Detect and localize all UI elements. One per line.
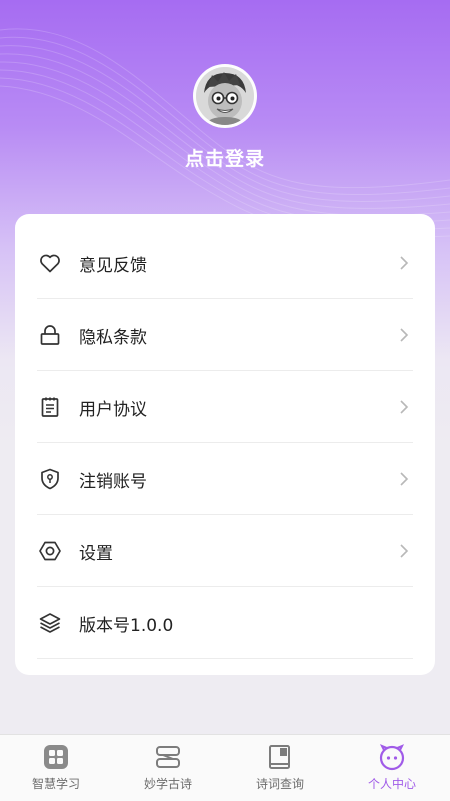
tab-poem-search[interactable]: 诗词查询 bbox=[224, 735, 336, 801]
book-icon bbox=[266, 743, 294, 771]
chevron-right-icon bbox=[399, 255, 409, 275]
tab-smart-learning[interactable]: 智慧学习 bbox=[0, 735, 112, 801]
menu-item-user-agreement[interactable]: 用户协议 bbox=[37, 371, 413, 443]
chevron-right-icon bbox=[399, 327, 409, 347]
tab-label: 诗词查询 bbox=[255, 777, 304, 791]
menu-item-settings[interactable]: 设置 bbox=[37, 515, 413, 587]
bottom-tab-bar: 智慧学习 妙学古诗 诗词查询 个人中心 bbox=[0, 734, 450, 801]
avatar[interactable] bbox=[193, 64, 257, 128]
menu-item-privacy[interactable]: 隐私条款 bbox=[37, 299, 413, 371]
layers-icon bbox=[37, 610, 63, 636]
divider bbox=[37, 658, 413, 659]
tab-label: 智慧学习 bbox=[31, 777, 80, 791]
grid-icon bbox=[42, 743, 70, 771]
menu-item-label: 隐私条款 bbox=[79, 327, 147, 348]
menu-card: 意见反馈 隐私条款 用户协议 注销账号 设置 版本号1.0.0 bbox=[15, 214, 435, 675]
menu-item-label: 注销账号 bbox=[79, 471, 147, 492]
menu-item-feedback[interactable]: 意见反馈 bbox=[37, 227, 413, 299]
chevron-right-icon bbox=[399, 399, 409, 419]
tab-label: 个人中心 bbox=[367, 777, 416, 791]
shield-key-icon bbox=[37, 466, 63, 492]
tab-label: 妙学古诗 bbox=[143, 777, 192, 791]
face-icon bbox=[378, 743, 406, 771]
menu-item-delete-account[interactable]: 注销账号 bbox=[37, 443, 413, 515]
menu-item-version: 版本号1.0.0 bbox=[37, 587, 413, 659]
heart-icon bbox=[37, 250, 63, 276]
menu-item-label: 版本号1.0.0 bbox=[79, 615, 174, 636]
tab-ancient-poems[interactable]: 妙学古诗 bbox=[112, 735, 224, 801]
chevron-right-icon bbox=[399, 543, 409, 563]
document-icon bbox=[37, 394, 63, 420]
chevron-right-icon bbox=[399, 471, 409, 491]
tab-personal-center[interactable]: 个人中心 bbox=[336, 735, 448, 801]
cartoon-boy-avatar-icon bbox=[196, 67, 254, 125]
menu-item-label: 用户协议 bbox=[79, 399, 147, 420]
profile-section: 点击登录 bbox=[0, 64, 450, 171]
menu-item-label: 设置 bbox=[79, 543, 113, 564]
scroll-icon bbox=[154, 743, 182, 771]
menu-item-label: 意见反馈 bbox=[79, 255, 147, 276]
lock-icon bbox=[37, 322, 63, 348]
hexagon-settings-icon bbox=[37, 538, 63, 564]
login-link[interactable]: 点击登录 bbox=[0, 144, 450, 171]
